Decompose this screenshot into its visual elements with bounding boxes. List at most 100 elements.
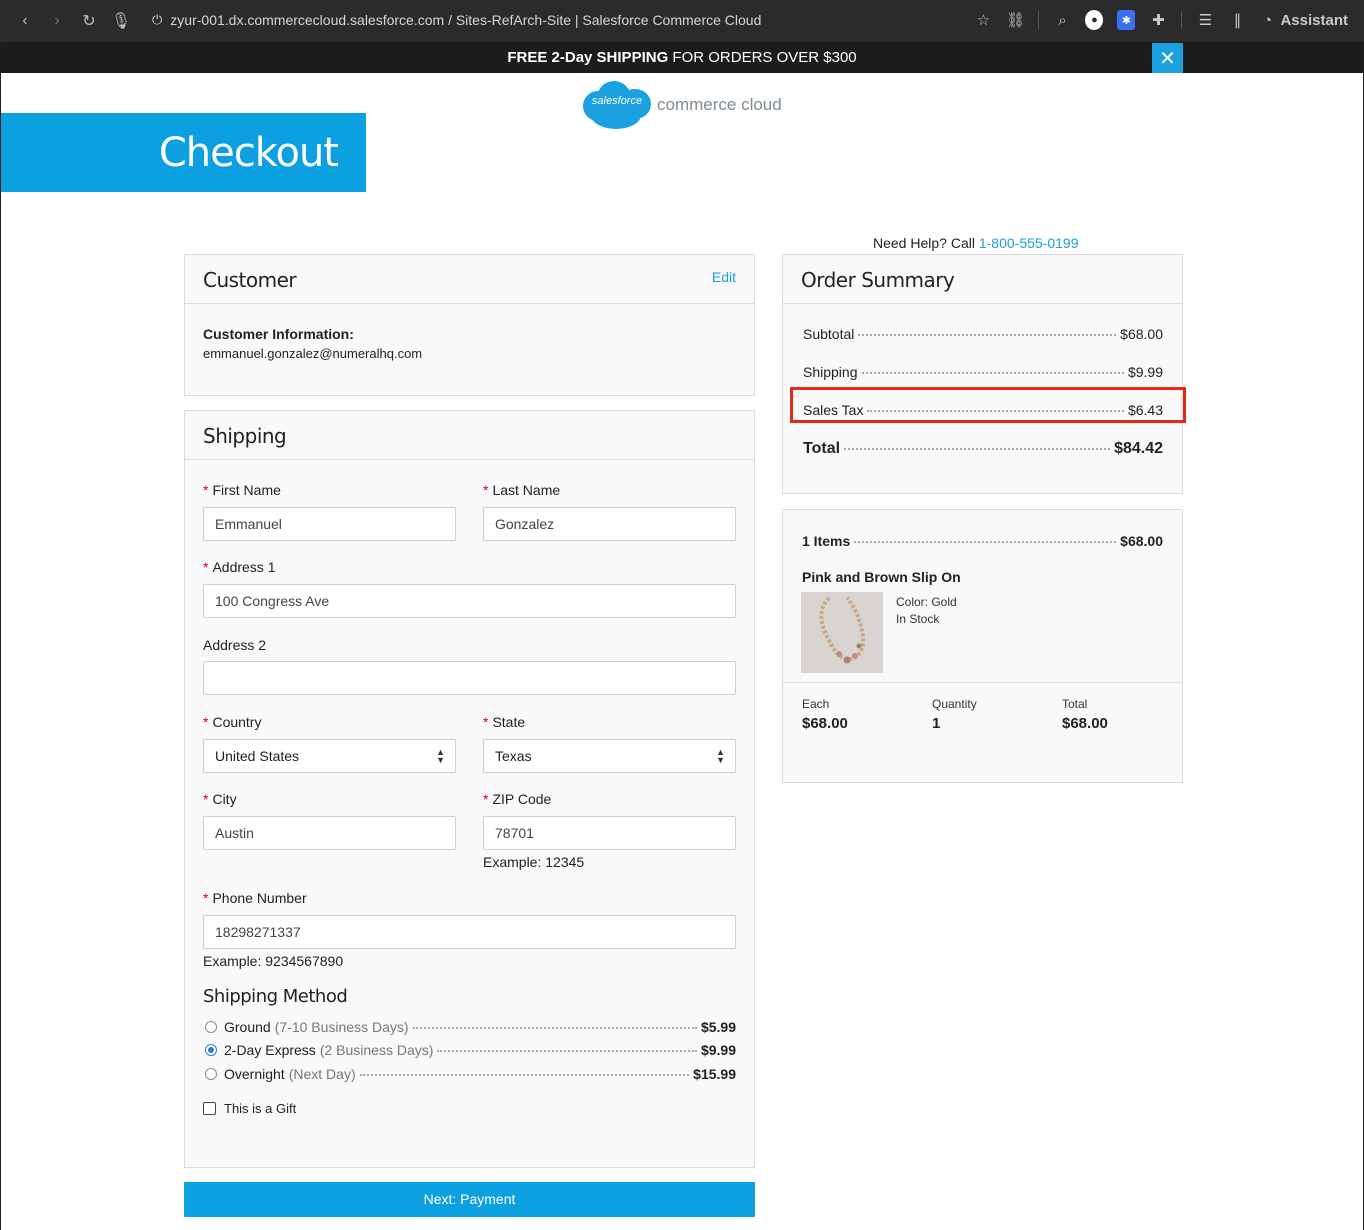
assistant-icon: ◔ [1262,11,1272,29]
shipping-title: Shipping [203,424,287,448]
2day-radio[interactable] [205,1044,217,1056]
country-select[interactable]: United States ▲ ▼ [203,739,456,773]
customer-title: Customer [203,268,297,292]
extensions-puzzle-icon[interactable]: ✚ [1149,10,1167,30]
order-summary-header: Order Summary [783,255,1182,304]
reader-icon[interactable]: ☰ [1196,10,1214,30]
product-color: Color: Gold [896,595,957,609]
banner-close-icon[interactable]: ✕ [1152,43,1183,73]
zip-example: Example: 12345 [483,854,585,870]
extension-2-icon[interactable]: ✱ [1117,10,1136,30]
method-price: $15.99 [693,1066,736,1082]
browser-nav: ‹ › ↻ 🎙 [0,12,131,30]
customer-edit-link[interactable]: Edit [712,269,736,285]
first-name-input[interactable]: Emmanuel [203,507,456,541]
back-icon[interactable]: ‹ [16,12,34,30]
address-bar[interactable]: ⏻ zyur-001.dx.commercecloud.salesforce.c… [152,12,761,28]
quantity-value: 1 [932,715,941,732]
sales-tax-highlight [790,387,1186,423]
zoom-icon[interactable]: ⌕ [1053,10,1071,30]
promo-text: FOR ORDERS OVER $300 [668,49,857,66]
items-count-row: 1 Items $68.00 [802,533,1163,549]
order-summary-card: Order Summary Subtotal $68.00 Shipping $9.… [782,254,1183,494]
customer-card: Customer Edit Customer Information: emma… [184,254,755,396]
customer-email: emmanuel.gonzalez@numeralhq.com [203,346,423,361]
overnight-radio[interactable] [205,1068,217,1080]
subtotal-row: Subtotal $68.00 [803,326,1163,342]
method-detail: (2 Business Days) [319,1042,434,1058]
gift-checkbox[interactable] [203,1102,216,1115]
select-arrows-icon: ▲ ▼ [436,747,445,765]
last-name-label: * Last Name [483,482,561,498]
zip-label: * ZIP Code [483,791,552,807]
quantity-label: Quantity [932,697,977,711]
toolbar-divider [1038,11,1040,29]
browser-actions: ☆ ⛓ ⌕ ● ✱ ✚ ☰ ∥ ◔ Assistant [974,10,1348,30]
shipping-method-title: Shipping Method [203,986,348,1007]
ground-radio[interactable] [205,1021,217,1033]
shipping-method-ground[interactable]: Ground (7-10 Business Days) $5.99 [205,1019,736,1035]
link-icon[interactable]: ⛓ [1006,10,1025,30]
audio-wave-icon[interactable]: ∥ [1228,10,1246,30]
shipping-card: Shipping * First Name Emmanuel * Last Name… [184,410,755,1168]
customer-info-label: Customer Information: [203,326,354,342]
first-name-label: * First Name [203,482,281,498]
next-payment-button[interactable]: Next: Payment [184,1182,755,1217]
product-name[interactable]: Pink and Brown Slip On [802,569,961,585]
method-detail: (Next Day) [288,1066,356,1082]
select-arrows-icon: ▲ ▼ [716,747,725,765]
country-value: United States [215,748,300,764]
shipping-card-header: Shipping [185,411,754,460]
zip-input[interactable]: 78701 [483,816,736,850]
method-price: $9.99 [700,1042,736,1058]
phone-input[interactable]: 18298271337 [203,915,736,949]
shipping-method-overnight[interactable]: Overnight (Next Day) $15.99 [205,1066,736,1082]
last-name-input[interactable]: Gonzalez [483,507,736,541]
logo-cloud-text: salesforce [591,95,643,107]
state-value: Texas [495,748,532,764]
total-row: Total $84.42 [803,440,1163,457]
url-text: zyur-001.dx.commercecloud.salesforce.com… [170,12,762,28]
customer-card-header: Customer Edit [185,255,754,304]
method-detail: (7-10 Business Days) [274,1019,409,1035]
phone-example: Example: 9234567890 [203,953,344,969]
promo-bold-text: FREE 2-Day SHIPPING [507,49,669,66]
necklace-image-icon [801,592,883,673]
city-label: * City [203,791,237,807]
site-info-icon[interactable]: ⏻ [152,12,162,28]
reload-icon[interactable]: ↻ [80,12,98,30]
product-image[interactable] [801,592,883,673]
product-stock: In Stock [896,612,940,626]
address1-label: * Address 1 [203,559,276,575]
extension-1-icon[interactable]: ● [1085,10,1104,30]
phone-label: * Phone Number [203,890,307,906]
salesforce-logo[interactable]: salesforce commerce cloud [581,81,782,129]
cloud-icon: salesforce [581,81,653,129]
help-text: Need Help? Call [873,235,979,251]
bookmark-star-icon[interactable]: ☆ [974,10,992,30]
address2-input[interactable] [203,661,736,695]
state-label: * State [483,714,526,730]
method-name: 2-Day Express [224,1042,316,1058]
state-select[interactable]: Texas ▲ ▼ [483,739,736,773]
shipping-method-2day[interactable]: 2-Day Express (2 Business Days) $9.99 [205,1042,736,1058]
assistant-button[interactable]: ◔ Assistant [1260,10,1348,30]
line-total-label: Total [1062,697,1088,711]
items-divider [783,682,1182,683]
microphone-icon[interactable]: 🎙 [111,12,131,30]
dot-leader [412,1027,697,1029]
forward-icon[interactable]: › [48,12,66,30]
checkout-page: salesforce commerce cloud Checkout Need … [1,73,1363,1230]
address1-input[interactable]: 100 Congress Ave [203,584,736,618]
method-name: Overnight [224,1066,285,1082]
toolbar-divider [1181,11,1183,29]
logo-product-text: commerce cloud [657,95,782,114]
each-value: $68.00 [802,715,848,732]
browser-toolbar: ‹ › ↻ 🎙 ⏻ zyur-001.dx.commercecloud.sale… [0,0,1364,42]
shipping-row: Shipping $9.99 [803,364,1163,380]
city-input[interactable]: Austin [203,816,456,850]
page-title: Checkout [1,113,366,192]
gift-option[interactable]: This is a Gift [203,1100,296,1116]
help-phone-link[interactable]: 1-800-555-0199 [979,235,1079,251]
dot-leader [437,1050,697,1052]
